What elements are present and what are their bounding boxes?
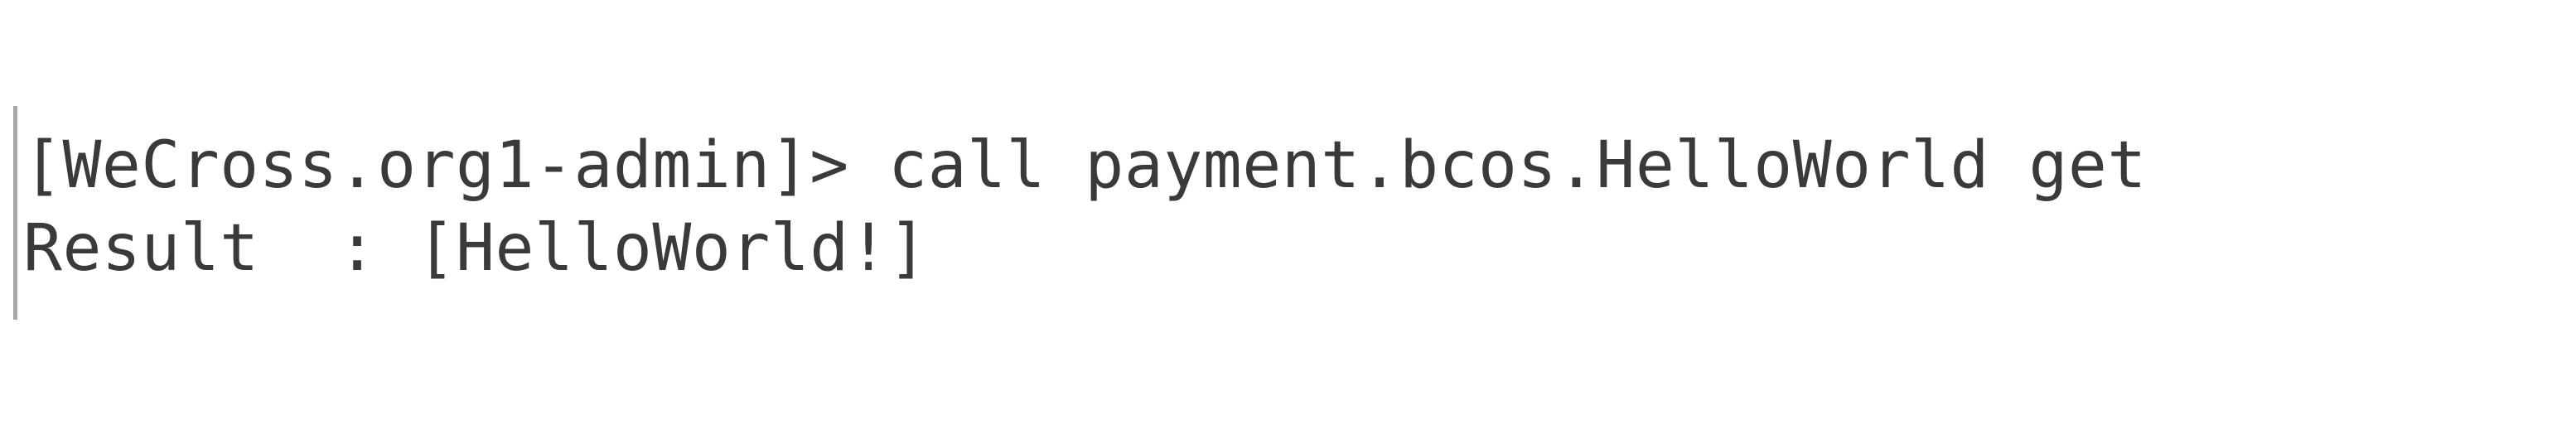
terminal-command: call payment.bcos.HelloWorld get xyxy=(848,128,2147,203)
terminal-window[interactable]: [WeCross.org1-admin]> call payment.bcos.… xyxy=(0,0,2576,424)
result-label: Result : xyxy=(23,211,417,286)
result-value: [HelloWorld!] xyxy=(416,211,928,286)
cursor-margin-bar xyxy=(13,106,17,320)
terminal-command-line: [WeCross.org1-admin]> call payment.bcos.… xyxy=(23,124,2147,207)
terminal-output-line: Result : [HelloWorld!] xyxy=(23,207,928,290)
terminal-prompt: [WeCross.org1-admin]> xyxy=(23,128,849,203)
